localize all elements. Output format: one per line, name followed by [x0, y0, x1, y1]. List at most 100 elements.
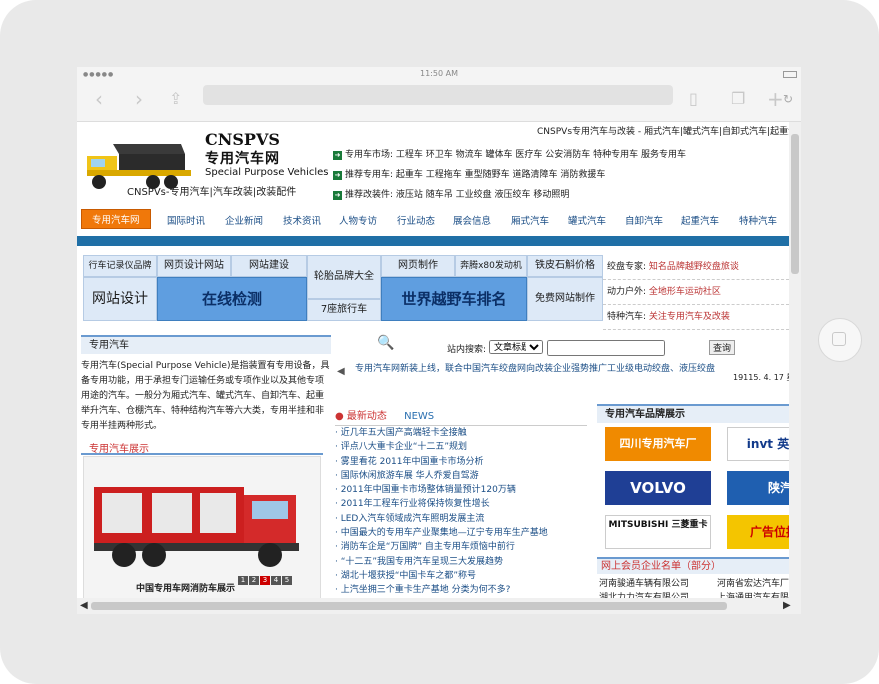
share-icon[interactable]: ⇪ [169, 87, 182, 111]
brand-logo-mitsubishi[interactable]: MITSUBISHI 三菱重卡 [605, 515, 711, 549]
horizontal-scroll-thumb[interactable] [91, 602, 727, 610]
nav-item[interactable]: 罐式汽车 [568, 213, 606, 227]
brand-logo-ad-slot[interactable]: 广告位招租 [727, 515, 789, 549]
ad-big-offroad-ranking[interactable]: 世界越野车排名 [381, 277, 527, 321]
nav-item[interactable]: 行业动态 [397, 213, 435, 227]
news-item[interactable]: · 上汽坐拥三个重卡生产基地 分类为何不多? [335, 583, 587, 597]
news-header: ● 最新动态 NEWS [335, 407, 587, 426]
nav-item-home[interactable]: 专用汽车网 [81, 209, 151, 229]
ad-link[interactable]: 7座旅行车 [307, 299, 381, 321]
quick-nav-label: 推荐专用车: [345, 170, 394, 180]
search-button[interactable]: 查询 [709, 340, 736, 355]
news-item[interactable]: · 雾里看花 2011年中国重卡市场分析 [335, 455, 587, 469]
ad-link[interactable]: 网站建设 [231, 255, 307, 277]
search-magnifier-icon: 🔍 [377, 335, 395, 351]
quick-nav-label: 专用车市场: [345, 150, 394, 160]
pager-item[interactable]: 5 [282, 576, 292, 585]
right-ad-item[interactable]: 绞盘专家: 知名品牌越野绞盘旅谈 [603, 255, 789, 280]
search-input[interactable] [547, 340, 665, 356]
news-item[interactable]: · 消防车企是“万国牌” 自主专用车烦恼中前行 [335, 540, 587, 554]
photo-pager: 12345 [237, 576, 292, 585]
marquee-text[interactable]: 专用汽车网新装上线，联合中国汽车绞盘网向改装企业强势推广工业级电动绞盘、液压绞盘 [355, 362, 715, 377]
site-logo-title: CNSPVS [205, 130, 280, 149]
nav-item[interactable]: 企业新闻 [225, 213, 263, 227]
photo-caption: 中国专用车网消防车展示 [136, 584, 236, 594]
quick-nav-parts: ➜ 推荐改装件: 液压站 随车吊 工业绞盘 液压绞车 移动照明 [333, 187, 569, 200]
tabs-icon[interactable]: ❐ [731, 87, 745, 111]
horizontal-scrollbar[interactable]: ◀ ▶ [77, 598, 801, 614]
nav-item[interactable]: 展会信息 [453, 213, 491, 227]
nav-item[interactable]: 国际时讯 [167, 213, 205, 227]
brand-logo-invt[interactable]: invt 英威腾 [727, 427, 789, 461]
nav-item[interactable]: 厢式汽车 [511, 213, 549, 227]
tablet-screen: ●●●●● 11:50 AM ‹ › ⇪ ↻ ▯ ❐ + CNSPVs专用汽车与… [77, 67, 801, 614]
address-bar[interactable]: ↻ [203, 85, 793, 106]
scroll-right-icon[interactable]: ▶ [783, 600, 791, 611]
nav-item[interactable]: 特种汽车 [739, 213, 777, 227]
ad-link[interactable]: 铁皮石斛价格 [527, 255, 603, 277]
brand-logo-volvo[interactable]: VOLVO [605, 471, 711, 505]
news-item[interactable]: · LED入汽车领域成汽车照明发展主流 [335, 512, 587, 526]
ad-link[interactable]: 轮胎品牌大全 [307, 255, 381, 299]
search-field-select[interactable]: 文章标题 [489, 340, 543, 354]
nav-item[interactable]: 起重汽车 [681, 213, 719, 227]
bookmarks-icon[interactable]: ▯ [689, 87, 698, 111]
member-company[interactable]: 上海通用汽车有限 [717, 590, 789, 598]
brand-logo-sichuan[interactable]: 四川专用汽车厂 [605, 427, 711, 461]
new-tab-icon[interactable]: + [767, 87, 784, 111]
site-logo-cn: 专用汽车网 [205, 151, 280, 167]
pager-item-active[interactable]: 3 [260, 576, 270, 585]
quick-nav-items[interactable]: 液压站 随车吊 工业绞盘 液压绞车 移动照明 [396, 190, 569, 200]
brand-grid: 四川专用汽车厂 invt 英威腾 VOLVO 陕汽 MITSUBISHI 三菱重… [597, 427, 789, 557]
news-item[interactable]: · 评点八大重卡企业“十二五”规划 [335, 440, 587, 454]
intro-text: 专用汽车(Special Purpose Vehicle)是指装置有专用设备，具… [81, 361, 330, 431]
scroll-left-icon[interactable]: ◀ [80, 600, 88, 611]
reload-icon[interactable]: ↻ [783, 92, 793, 106]
quick-nav-vehicles: ➜ 推荐专用车: 起重车 工程拖车 重型随野车 道路清障车 消防救援车 [333, 167, 605, 180]
news-item[interactable]: · 2011年中国重卡市场整体销量预计120万辆 [335, 483, 587, 497]
site-search: 🔍 站内搜索: 文章标题 查询 [333, 335, 789, 359]
member-company[interactable]: 河南骏通车辆有限公司 [599, 576, 689, 589]
nav-item[interactable]: 自卸汽车 [625, 213, 663, 227]
forward-icon[interactable]: › [135, 87, 143, 111]
arrow-icon: ➜ [333, 191, 342, 200]
nav-item[interactable]: 人物专访 [339, 213, 377, 227]
news-item[interactable]: · 近几年五大国产高端轻卡全接触 [335, 426, 587, 440]
quick-nav-items[interactable]: 起重车 工程拖车 重型随野车 道路清障车 消防救援车 [396, 170, 605, 180]
news-item[interactable]: · 国际休闲旅游车展 华人乔爱自驾游 [335, 469, 587, 483]
ad-link[interactable]: 网站设计 [83, 277, 157, 321]
quick-nav-items[interactable]: 工程车 环卫车 物流车 罐体车 医疗车 公安消防车 特种专用车 服务专用车 [396, 150, 686, 160]
right-ad-item[interactable]: 特种汽车: 关注专用汽车及改装 [603, 305, 789, 330]
vertical-scrollbar[interactable] [789, 122, 801, 598]
news-item[interactable]: · 中国最大的专用车产业聚集地—辽宁专用车生产基地 [335, 526, 587, 540]
arrow-icon: ➜ [333, 171, 342, 180]
site-logo-en: Special Purpose Vehicles [205, 167, 329, 178]
pager-item[interactable]: 1 [238, 576, 248, 585]
intro-heading: 专用汽车 [81, 335, 331, 354]
nav-item[interactable]: 技术资讯 [283, 213, 321, 227]
member-company[interactable]: 湖北力力汽车有限公司 [599, 590, 689, 598]
members-heading: 网上会员企业名单（部分） [597, 557, 789, 574]
fire-truck-icon [94, 487, 299, 567]
search-label: 站内搜索: [447, 345, 487, 355]
back-icon[interactable]: ‹ [95, 87, 103, 111]
ad-link[interactable]: 网页设计网站 [157, 255, 231, 277]
news-item[interactable]: · “十二五”我国专用汽车呈现三大发展趋势 [335, 555, 587, 569]
brand-logo-shaanqi[interactable]: 陕汽 [727, 471, 789, 505]
main-nav: 专用汽车网 国际时讯 企业新闻 技术资讯 人物专访 行业动态 展会信息 厢式汽车… [77, 208, 789, 230]
news-title-en: NEWS [404, 411, 435, 422]
top-links[interactable]: CNSPVs专用汽车与改装 - 厢式汽车|罐式汽车|自卸式汽车|起重汽车 [537, 124, 789, 137]
news-item[interactable]: · 湖北十堰获授“中国卡车之都”称号 [335, 569, 587, 583]
news-item[interactable]: · 2011年工程车行业将保持恢复性增长 [335, 497, 587, 511]
vertical-scroll-thumb[interactable] [791, 134, 799, 274]
ad-link[interactable]: 免费网站制作 [527, 277, 603, 321]
ad-link[interactable]: 奔腾x80发动机 [455, 255, 527, 277]
ad-link[interactable]: 行车记录仪品牌 [83, 255, 157, 277]
pager-item[interactable]: 4 [271, 576, 281, 585]
ad-big-online-check[interactable]: 在线检测 [157, 277, 307, 321]
pager-item[interactable]: 2 [249, 576, 259, 585]
marquee-date: 19115. 4. 17 星 [733, 373, 789, 382]
right-ad-item[interactable]: 动力户外: 全地形车运动社区 [603, 280, 789, 305]
member-company[interactable]: 河南省宏达汽车厂 [717, 576, 789, 589]
ad-link[interactable]: 网页制作 [381, 255, 455, 277]
